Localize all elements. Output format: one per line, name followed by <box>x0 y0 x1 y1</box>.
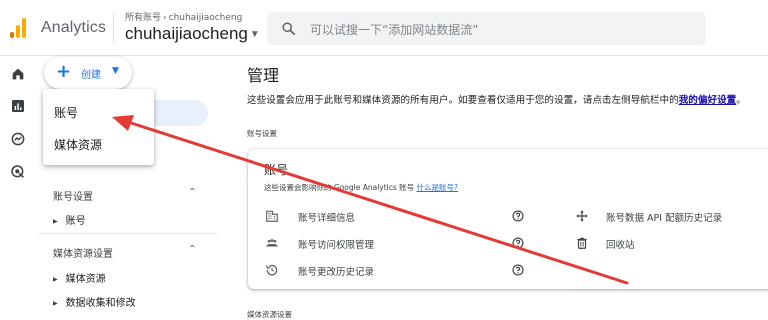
nav-section-account-settings[interactable]: 账号设置 <box>53 188 93 203</box>
account-picker[interactable]: chuhaijiaocheng ▼ <box>125 24 260 44</box>
advertising-icon[interactable] <box>10 164 26 180</box>
account-settings-card: 账号 这些设置会影响你的 Google Analytics 账号 什么是账号? … <box>248 149 768 289</box>
menu-item-property[interactable]: 媒体资源 <box>54 136 102 153</box>
api-quota-history-link[interactable]: 账号数据 API 配额历史记录 <box>606 210 722 224</box>
what-is-account-link[interactable]: 什么是账号? <box>417 183 458 192</box>
card-title: 账号 <box>264 163 289 177</box>
expand-arrow-icon: ▶ <box>53 276 58 283</box>
chevron-right-icon: › <box>163 13 167 23</box>
reports-icon[interactable] <box>10 98 26 114</box>
analytics-logo-icon[interactable] <box>10 16 28 38</box>
nav-item-account[interactable]: ▶ 账号 <box>53 212 86 227</box>
header-divider <box>113 14 114 42</box>
plus-icon: + <box>56 61 72 82</box>
move-icon <box>576 210 588 222</box>
menu-item-account[interactable]: 账号 <box>54 104 78 121</box>
explore-icon[interactable] <box>10 131 26 147</box>
left-rail <box>0 57 36 320</box>
chevron-up-icon[interactable]: ⌃ <box>188 187 196 198</box>
top-app-bar: Analytics 所有账号 › chuhaijiaocheng chuhaijia… <box>0 0 768 56</box>
nav-item-property-label: 媒体资源 <box>65 274 106 285</box>
account-breadcrumb[interactable]: 所有账号 › chuhaijiaocheng <box>125 10 242 23</box>
card-subtitle-text: 这些设置会影响你的 Google Analytics 账号 <box>264 183 415 192</box>
nav-divider <box>38 233 218 234</box>
building-icon <box>266 210 278 222</box>
trash-icon <box>577 237 587 249</box>
my-preferences-link[interactable]: 我的偏好设置 <box>679 95 737 106</box>
nav-item-account-label: 账号 <box>65 216 86 227</box>
search-placeholder: 可以试搜一下“添加网站数据流” <box>310 23 479 37</box>
create-dropdown-menu: 账号 媒体资源 <box>43 89 154 165</box>
create-button[interactable]: + 创建 ▼ <box>44 57 132 89</box>
caret-down-icon: ▼ <box>249 29 260 40</box>
chevron-up-icon[interactable]: ⌃ <box>188 244 196 255</box>
page-title: 管理 <box>247 66 280 85</box>
caret-down-icon: ▼ <box>112 66 119 76</box>
search-input[interactable]: 可以试搜一下“添加网站数据流” <box>267 12 706 45</box>
app-title: Analytics <box>41 19 106 36</box>
help-icon[interactable] <box>511 236 525 250</box>
help-icon[interactable] <box>511 209 525 223</box>
home-icon[interactable] <box>10 66 26 82</box>
card-subtitle: 这些设置会影响你的 Google Analytics 账号 什么是账号? <box>264 182 458 193</box>
account-access-management-link[interactable]: 账号访问权限管理 <box>298 237 374 251</box>
property-settings-heading: 媒体资源设置 <box>247 310 292 319</box>
trash-can-link[interactable]: 回收站 <box>606 237 635 251</box>
account-change-history-link[interactable]: 账号更改历史记录 <box>298 264 374 278</box>
expand-arrow-icon: ▶ <box>53 218 58 225</box>
account-settings-heading: 账号设置 <box>247 129 277 138</box>
people-icon <box>266 239 278 247</box>
help-icon[interactable] <box>511 263 525 277</box>
nav-item-data-collection[interactable]: ▶ 数据收集和修改 <box>53 294 136 309</box>
nav-item-property[interactable]: ▶ 媒体资源 <box>53 270 106 285</box>
page-description-text: 这些设置会应用于此账号和媒体资源的所有用户。如要查看仅适用于您的设置，请点击左侧… <box>247 95 679 106</box>
expand-arrow-icon: ▶ <box>53 300 58 307</box>
breadcrumb-account: chuhaijiaocheng <box>168 13 243 23</box>
breadcrumb-all-accounts: 所有账号 <box>125 13 162 23</box>
account-details-link[interactable]: 账号详细信息 <box>298 210 355 224</box>
search-icon <box>282 22 295 35</box>
account-picker-label: chuhaijiaocheng <box>125 24 248 43</box>
history-icon <box>266 264 278 276</box>
nav-item-data-collection-label: 数据收集和修改 <box>65 298 136 309</box>
page-description-end: 。 <box>736 95 746 106</box>
create-button-label: 创建 <box>81 70 101 81</box>
page-description: 这些设置会应用于此账号和媒体资源的所有用户。如要查看仅适用于您的设置，请点击左侧… <box>247 92 746 106</box>
nav-active-highlight <box>152 100 208 126</box>
nav-section-property-settings[interactable]: 媒体资源设置 <box>53 245 113 260</box>
